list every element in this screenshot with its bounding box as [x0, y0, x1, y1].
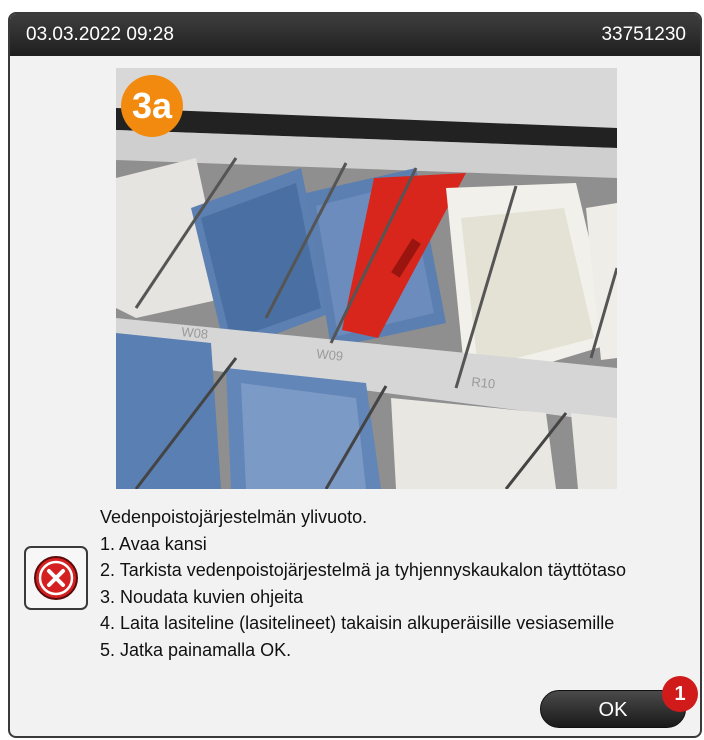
message-step-3: 3. Noudata kuvien ohjeita	[100, 586, 304, 607]
error-dialog: 03.03.2022 09:28 33751230 W08 W09 R10 3a…	[8, 12, 702, 738]
callout-badge: 1	[662, 676, 698, 712]
device-id-label: 33751230	[601, 24, 686, 45]
bath-station-illustration: W08 W09 R10	[116, 68, 617, 489]
message-title: Vedenpoistojärjestelmän ylivuoto.	[100, 507, 368, 527]
error-icon-box	[24, 546, 88, 610]
message-step-2: 2. Tarkista vedenpoistojärjestelmä ja ty…	[100, 560, 626, 580]
message-step-1: 1. Avaa kansi	[100, 533, 207, 554]
station-label-w09: W09	[316, 346, 344, 364]
datetime-label: 03.03.2022 09:28	[26, 24, 174, 45]
instruction-photo: W08 W09 R10 3a	[116, 68, 617, 489]
message-step-4: 4. Laita lasiteline (lasitelineet) takai…	[100, 613, 615, 633]
step-badge: 3a	[121, 75, 183, 137]
message-text: Vedenpoistojärjestelmän ylivuoto. 1. Ava…	[100, 504, 626, 663]
title-bar: 03.03.2022 09:28 33751230	[10, 14, 700, 56]
station-label-w08: W08	[181, 324, 209, 342]
station-label-r10: R10	[471, 374, 496, 391]
error-x-icon	[34, 556, 78, 600]
message-step-5: 5. Jatka painamalla OK.	[100, 639, 292, 660]
